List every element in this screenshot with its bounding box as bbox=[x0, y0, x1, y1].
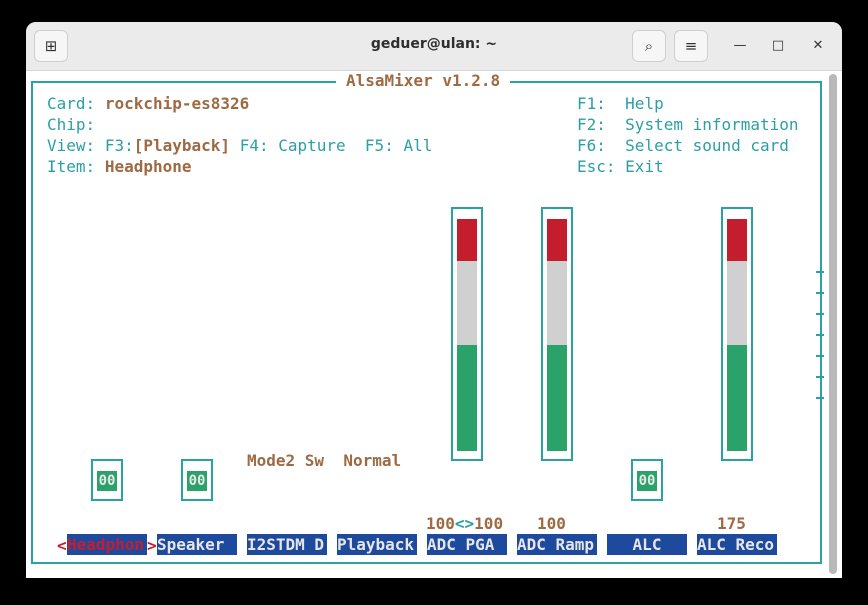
title-bar: ⊞ geduer@ulan: ~ ⌕ ≡ — □ ✕ bbox=[26, 22, 842, 71]
headphone-switch[interactable]: 00 bbox=[91, 459, 123, 501]
control-i2stdm[interactable]: I2STDM D bbox=[247, 534, 327, 555]
help-row-f1: F1: Help bbox=[577, 94, 664, 113]
view-playback: [Playback] bbox=[133, 136, 231, 155]
scroll-tick bbox=[816, 313, 824, 315]
selected-prefix: < bbox=[57, 536, 67, 555]
adc-pga-value: 100<>100 bbox=[426, 514, 504, 533]
window-title: geduer@ulan: ~ bbox=[370, 36, 498, 52]
menu-button[interactable]: ≡ bbox=[674, 30, 708, 62]
scroll-tick bbox=[816, 271, 824, 273]
view-all: F5: All bbox=[364, 136, 433, 155]
selected-suffix: > bbox=[147, 536, 157, 555]
control-speaker[interactable]: Speaker bbox=[157, 534, 237, 555]
mode-sw-row: Mode2 Sw Normal bbox=[247, 450, 401, 471]
mode-label: Mode2 Sw bbox=[247, 451, 325, 470]
control-playback[interactable]: Playback bbox=[337, 534, 417, 555]
adc-ramp-value: 100 bbox=[537, 514, 566, 533]
alc-reco-value: 175 bbox=[717, 514, 746, 533]
close-button[interactable]: ✕ bbox=[808, 36, 828, 56]
terminal-area[interactable]: AlsaMixer v1.2.8 Card: rockchip-es8326 C… bbox=[26, 71, 826, 578]
scroll-tick bbox=[816, 355, 824, 357]
scroll-tick bbox=[816, 334, 824, 336]
help-row-esc: Esc: Exit bbox=[577, 157, 664, 176]
minimize-icon: — bbox=[733, 38, 747, 53]
search-icon: ⌕ bbox=[644, 37, 654, 55]
view-capture: F4: Capture bbox=[239, 136, 346, 155]
scroll-tick bbox=[816, 376, 824, 378]
adc-pga-volume-bar[interactable] bbox=[451, 207, 483, 461]
chip-row: Chip: bbox=[47, 115, 96, 134]
item-row: Item: Headphone bbox=[47, 157, 192, 176]
view-row: View: F3:[Playback] F4: Capture F5: All bbox=[47, 136, 433, 155]
item-value: Headphone bbox=[104, 157, 192, 176]
alc-switch[interactable]: 00 bbox=[631, 459, 663, 501]
terminal-window: ⊞ geduer@ulan: ~ ⌕ ≡ — □ ✕ AlsaMixer v1.… bbox=[26, 22, 842, 578]
scroll-tick bbox=[816, 292, 824, 294]
adc-ramp-volume-bar[interactable] bbox=[541, 207, 573, 461]
scroll-tick bbox=[816, 397, 824, 399]
control-headphone[interactable]: Headphon bbox=[67, 534, 147, 555]
search-button[interactable]: ⌕ bbox=[632, 30, 666, 62]
control-adc-ramp[interactable]: ADC Ramp bbox=[517, 534, 597, 555]
help-row-f6: F6: Select sound card bbox=[577, 136, 789, 155]
mode-value: Normal bbox=[343, 451, 402, 470]
help-row-f2: F2: System information bbox=[577, 115, 799, 134]
speaker-switch[interactable]: 00 bbox=[181, 459, 213, 501]
minimize-button[interactable]: — bbox=[730, 36, 750, 56]
close-icon: ✕ bbox=[812, 38, 824, 53]
hamburger-menu-icon: ≡ bbox=[684, 37, 698, 55]
control-adc-pga[interactable]: ADC PGA bbox=[427, 534, 507, 555]
card-row: Card: rockchip-es8326 bbox=[47, 94, 250, 113]
alc-reco-volume-bar[interactable] bbox=[721, 207, 753, 461]
alsamixer-title: AlsaMixer v1.2.8 bbox=[336, 71, 511, 90]
card-value: rockchip-es8326 bbox=[104, 94, 250, 113]
control-alc[interactable]: ALC bbox=[607, 534, 687, 555]
control-alc-reco[interactable]: ALC Reco bbox=[697, 534, 777, 555]
maximize-button[interactable]: □ bbox=[768, 36, 788, 56]
maximize-icon: □ bbox=[771, 38, 785, 53]
terminal-scrollbar[interactable] bbox=[829, 74, 837, 574]
